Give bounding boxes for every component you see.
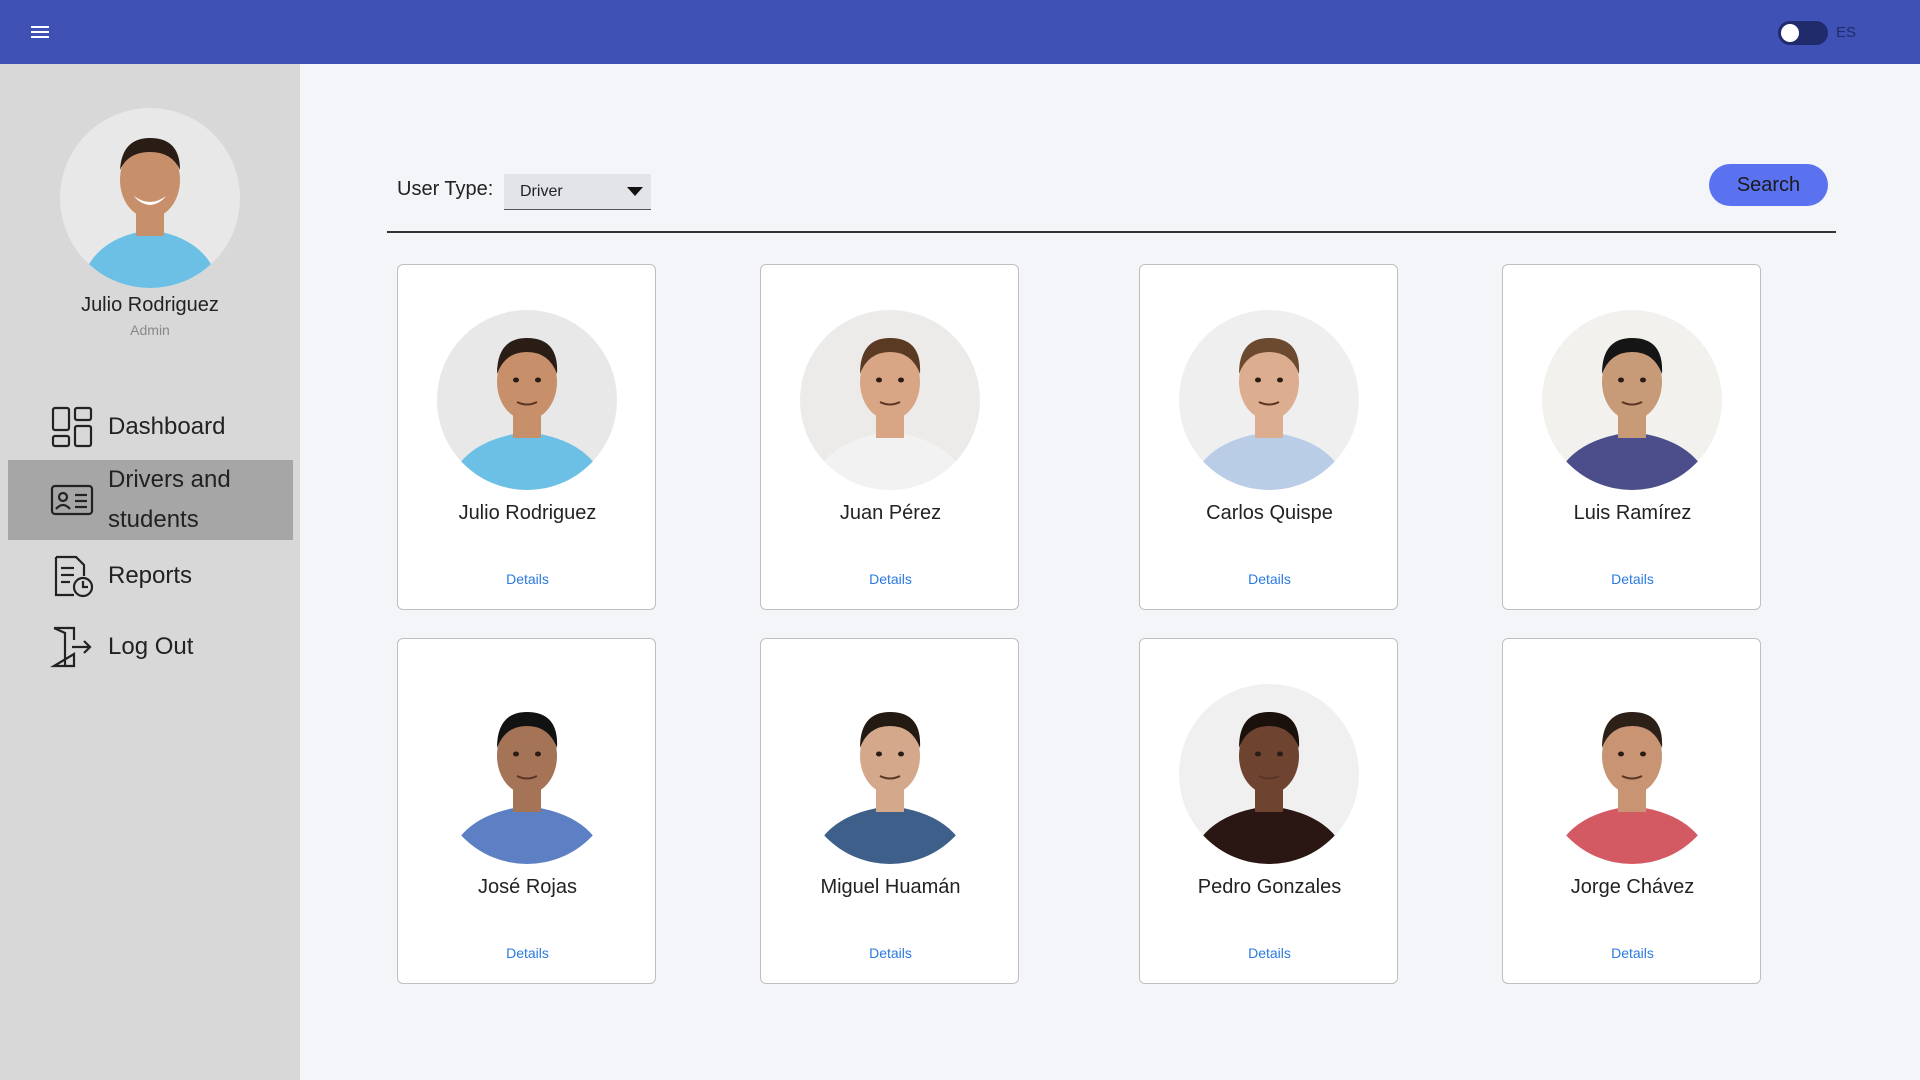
details-link[interactable]: Details [398,945,657,961]
user-name: Carlos Quispe [1206,502,1333,524]
user-type-select[interactable]: Driver [504,174,651,210]
user-name: José Rojas [478,876,577,898]
user-photo [1179,310,1359,490]
details-link[interactable]: Details [1503,571,1762,587]
user-name: Luis Ramírez [1573,502,1692,524]
user-photo [1542,310,1722,490]
top-app-bar: ES [0,0,1920,64]
report-icon [54,555,94,598]
sidebar-item-drivers-and-students[interactable]: Drivers and students [8,460,293,540]
user-name: Jorge Chávez [1570,876,1695,898]
hamburger-menu-icon[interactable] [28,20,52,44]
user-name: Julio Rodriguez [458,502,597,524]
language-toggle[interactable] [1778,21,1828,45]
id-card-icon [50,484,94,516]
user-photo [437,684,617,864]
user-photo [800,310,980,490]
user-name: Juan Pérez [839,502,942,524]
profile-role: Admin [130,322,170,338]
sidebar-item-logout[interactable]: Log Out [8,619,293,675]
details-link[interactable]: Details [398,571,657,587]
user-card: Julio Rodriguez Details [397,264,656,610]
sidebar-item-label: Drivers and students [108,460,231,540]
user-card: Miguel Huamán Details [760,638,1019,984]
sidebar-item-label: Log Out [108,633,194,660]
search-button[interactable]: Search [1709,164,1828,206]
language-label: ES [1836,24,1857,41]
sidebar-item-label: Dashboard [108,413,226,440]
user-photo [800,684,980,864]
toggle-knob [1781,24,1799,42]
details-link[interactable]: Details [1140,571,1399,587]
user-card: Juan Pérez Details [760,264,1019,610]
user-type-value: Driver [520,183,563,200]
user-photo [1542,684,1722,864]
sidebar-item-reports[interactable]: Reports [8,548,293,604]
user-card: Jorge Chávez Details [1502,638,1761,984]
sidebar: Julio Rodriguez Admin Dashboard Drivers … [0,64,300,1080]
profile-avatar [60,108,240,288]
chevron-down-icon [627,187,643,196]
filter-divider [387,231,1836,233]
sidebar-item-label: Reports [108,562,193,589]
user-card: José Rojas Details [397,638,656,984]
logout-icon [50,626,92,668]
user-card: Pedro Gonzales Details [1139,638,1398,984]
details-link[interactable]: Details [761,945,1020,961]
user-card: Carlos Quispe Details [1139,264,1398,610]
user-photo [1179,684,1359,864]
details-link[interactable]: Details [761,571,1020,587]
user-name: Miguel Huamán [820,876,961,898]
sidebar-item-label-line2: students [108,506,199,533]
user-type-label: User Type: [397,178,494,200]
profile-name: Julio Rodriguez [81,294,219,316]
user-card: Luis Ramírez Details [1502,264,1761,610]
dashboard-icon [51,406,93,448]
user-photo [437,310,617,490]
details-link[interactable]: Details [1503,945,1762,961]
user-name: Pedro Gonzales [1197,876,1342,898]
sidebar-item-label-line1: Drivers and [108,466,231,493]
sidebar-item-dashboard[interactable]: Dashboard [8,402,293,452]
details-link[interactable]: Details [1140,945,1399,961]
